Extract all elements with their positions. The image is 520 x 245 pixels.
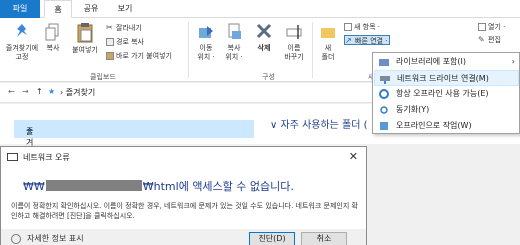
cancel-button[interactable]: 취소 — [301, 232, 347, 245]
copy-to-label: 복사 위치 · — [225, 44, 243, 61]
menu-item-label: 라이브러리에 포함(I) — [396, 57, 467, 66]
edit-label: 편집 — [488, 36, 501, 44]
dialog-titlebar: 네트워크 오류 ✕ — [1, 147, 366, 167]
menu-item-label: 네트워크 드라이브 연결(M) — [397, 74, 489, 83]
paste-shortcut-icon — [106, 52, 114, 60]
ribbon-separator — [312, 22, 313, 78]
menu-item-map-network-drive[interactable]: 네트워크 드라이브 연결(M) — [374, 70, 519, 86]
copy-to-icon — [228, 23, 241, 39]
redacted-block — [45, 180, 142, 191]
tab-share[interactable]: 공유 — [76, 0, 106, 18]
copy-button[interactable]: 복사 — [40, 22, 66, 53]
new-folder-button[interactable]: 새 폴더 — [316, 22, 340, 62]
back-icon[interactable]: ← — [8, 87, 15, 96]
easy-access-label: 빠른 연결 · — [355, 37, 388, 45]
move-to-button[interactable]: 이동 위치 · — [192, 22, 220, 62]
sync-icon — [380, 106, 388, 114]
rename-icon — [286, 25, 302, 39]
copy-label: 복사 — [46, 44, 60, 52]
menu-item-include-in-library[interactable]: 라이브러리에 포함(I) › — [374, 54, 519, 70]
network-drive-icon — [380, 76, 390, 84]
edit-icon: ✎ — [478, 35, 485, 44]
easy-access-button[interactable]: ↗ 빠른 연결 · — [344, 35, 391, 45]
error-description: 이름이 정확한지 확인하십시오. 이름이 정확한 경우, 네트워크에 문제가 있… — [11, 202, 358, 220]
pin-label: 즐겨찾기에 고정 — [5, 44, 39, 61]
move-to-label: 이동 위치 · — [197, 44, 215, 61]
paste-label: 붙여넣기 — [72, 46, 98, 54]
navigation-pane: ★ 즐겨찾기 — [0, 104, 260, 169]
new-item-icon — [344, 23, 352, 31]
paste-button[interactable]: 붙여넣기 — [66, 22, 104, 55]
new-item-label: 새 항목 · — [354, 23, 380, 31]
paste-shortcut-label: 바로 가기 붙여넣기 — [116, 52, 172, 60]
cut-label: 잘라내기 — [116, 24, 142, 32]
cut-button[interactable]: ✂ 잘라내기 — [106, 23, 142, 33]
show-details-toggle[interactable]: 자세한 정보 표시 — [11, 233, 84, 244]
delete-x-icon — [256, 23, 272, 39]
dialog-title: 네트워크 오류 — [23, 153, 70, 162]
up-icon[interactable]: ↑ — [36, 87, 43, 96]
network-error-dialog: 네트워크 오류 ✕ ₩₩ ₩html에 액세스할 수 없습니다. 이름이 정확한지… — [0, 146, 367, 245]
copy-to-button[interactable]: 복사 위치 · — [220, 22, 248, 62]
ribbon-tabs: 파일 홈 공유 보기 — [0, 0, 520, 18]
error-path-suffix: ₩html에 액세스할 수 없습니다. — [142, 180, 294, 193]
easy-access-menu: 라이브러리에 포함(I) › 네트워크 드라이브 연결(M) 항상 오프라인 사… — [372, 52, 520, 134]
nav-item-favorites[interactable]: ★ 즐겨찾기 — [14, 120, 254, 169]
expand-circle-icon — [11, 233, 21, 244]
copy-path-button[interactable]: 경로 복사 — [106, 37, 144, 47]
submenu-arrow-icon: › — [511, 57, 515, 66]
address-path[interactable]: › 즐겨찾기 — [60, 87, 95, 98]
tab-view[interactable]: 보기 — [110, 0, 140, 18]
forward-icon[interactable]: → — [22, 87, 29, 96]
pin-icon — [17, 24, 27, 37]
copy-icon — [45, 23, 59, 41]
menu-item-work-offline[interactable]: 오프라인으로 작업(W) — [374, 118, 519, 134]
menu-item-label: 오프라인으로 작업(W) — [396, 121, 472, 130]
menu-item-label: 항상 오프라인 사용 가능(E) — [396, 89, 489, 98]
rename-button[interactable]: 이름 바꾸기 — [280, 22, 308, 62]
menu-item-sync[interactable]: 동기화(Y) — [374, 102, 519, 118]
star-icon: ★ — [48, 87, 56, 96]
dialog-footer: 자세한 정보 표시 진단(D) 취소 — [1, 229, 366, 245]
ribbon-separator — [188, 22, 189, 78]
open-button[interactable]: 열기 · — [478, 22, 505, 32]
new-folder-icon — [321, 28, 335, 38]
frequent-folders-header[interactable]: ∨ 자주 사용하는 폴더 ( — [270, 116, 368, 131]
library-icon — [379, 59, 389, 66]
close-icon[interactable]: ✕ — [349, 150, 358, 163]
clipboard-group-label: 클립보드 — [90, 73, 116, 81]
delete-button[interactable]: 삭제 — [250, 22, 278, 53]
new-folder-label: 새 폴더 — [321, 44, 335, 61]
error-message: ₩₩ ₩html에 액세스할 수 없습니다. — [23, 178, 294, 194]
new-item-button[interactable]: 새 항목 · — [344, 22, 380, 32]
rename-label: 이름 바꾸기 — [284, 44, 304, 61]
show-details-label: 자세한 정보 표시 — [27, 234, 84, 243]
open-label: 열기 · — [488, 23, 506, 31]
paste-shortcut-button[interactable]: 바로 가기 붙여넣기 — [106, 51, 172, 61]
window-icon — [7, 153, 18, 161]
open-icon — [478, 23, 486, 31]
easy-access-icon: ↗ — [345, 36, 352, 45]
edit-button[interactable]: ✎ 편집 — [478, 35, 501, 45]
error-path-prefix: ₩₩ — [23, 180, 45, 193]
menu-item-always-available-offline[interactable]: 항상 오프라인 사용 가능(E) — [374, 86, 519, 102]
paste-icon — [77, 23, 93, 43]
organize-group-label: 구성 — [262, 73, 275, 81]
sync-circle-icon — [379, 89, 389, 99]
pin-to-quick-access-button[interactable]: 즐겨찾기에 고정 — [4, 22, 40, 62]
menu-item-label: 동기화(Y) — [396, 105, 430, 114]
scissors-icon: ✂ — [106, 23, 113, 32]
move-to-icon — [199, 26, 213, 38]
tab-file[interactable]: 파일 — [0, 0, 40, 18]
tab-home[interactable]: 홈 — [44, 0, 72, 18]
screen: 파일 홈 공유 보기 즐겨찾기에 고정 복사 붙여넣기 ✂ 잘라내기 경로 복사 … — [0, 0, 520, 245]
copy-path-label: 경로 복사 — [116, 38, 144, 46]
delete-label: 삭제 — [257, 44, 271, 52]
copy-path-icon — [106, 38, 114, 46]
diagnose-button[interactable]: 진단(D) — [249, 232, 295, 245]
work-offline-icon — [380, 122, 388, 130]
